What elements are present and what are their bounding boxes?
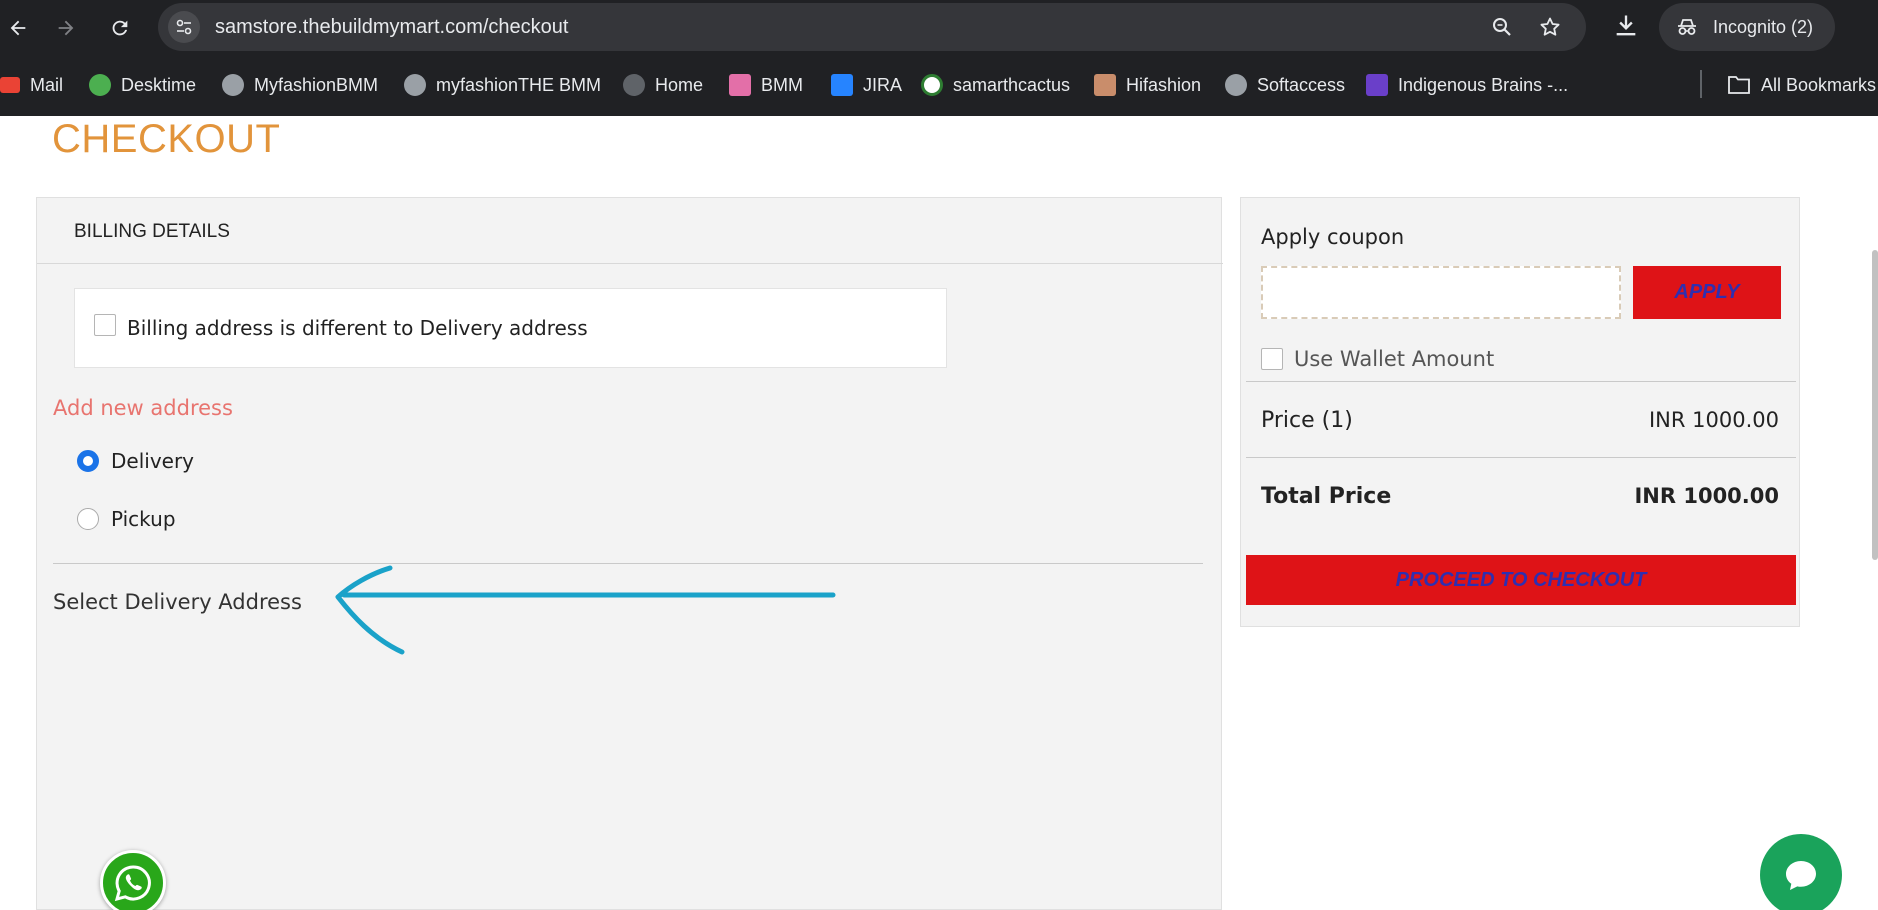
page-title: CHECKOUT bbox=[52, 117, 281, 161]
all-bookmarks-button[interactable]: All Bookmarks bbox=[1727, 70, 1876, 100]
total-price-value: INR 1000.00 bbox=[1634, 484, 1779, 508]
delivery-radio[interactable] bbox=[77, 450, 99, 472]
gmail-icon bbox=[0, 77, 20, 93]
zoom-icon[interactable] bbox=[1490, 15, 1514, 39]
coupon-title: Apply coupon bbox=[1261, 225, 1405, 249]
bookmark-label: All Bookmarks bbox=[1761, 74, 1877, 95]
billing-panel: BILLING DETAILS Billing address is diffe… bbox=[36, 197, 1223, 910]
globe-icon bbox=[222, 74, 244, 96]
proceed-to-checkout-button[interactable]: PROCEED TO CHECKOUT bbox=[1246, 555, 1796, 605]
pickup-label[interactable]: Pickup bbox=[111, 507, 176, 531]
summary-divider bbox=[1246, 381, 1796, 382]
globe-icon bbox=[404, 74, 426, 96]
desktime-icon bbox=[89, 74, 111, 96]
order-summary-panel: Apply coupon APPLY Use Wallet Amount Pri… bbox=[1240, 197, 1800, 627]
folder-icon bbox=[1728, 76, 1750, 94]
different-address-checkbox[interactable] bbox=[94, 314, 116, 336]
bookmark-label: Indigenous Brains -... bbox=[1398, 74, 1569, 95]
section-divider bbox=[53, 563, 1203, 564]
bookmark-label: Home bbox=[655, 74, 704, 95]
wallet-label[interactable]: Use Wallet Amount bbox=[1294, 347, 1494, 371]
incognito-icon bbox=[1678, 19, 1696, 35]
bookmark-myfashionthebmm[interactable]: myfashionTHE BMM bbox=[404, 70, 601, 100]
billing-header: BILLING DETAILS bbox=[37, 198, 1223, 264]
forward-button[interactable] bbox=[48, 10, 84, 46]
bookmark-label: myfashionTHE BMM bbox=[436, 74, 602, 95]
delivery-label[interactable]: Delivery bbox=[111, 449, 194, 473]
bookmark-label: BMM bbox=[761, 74, 803, 95]
chat-button[interactable] bbox=[1760, 834, 1842, 910]
total-price-label: Total Price bbox=[1261, 484, 1392, 509]
different-address-box: Billing address is different to Delivery… bbox=[74, 288, 947, 368]
bookmark-label: Mail bbox=[30, 74, 64, 95]
bookmark-bmm[interactable]: BMM bbox=[729, 70, 803, 100]
price-value: INR 1000.00 bbox=[1648, 408, 1779, 432]
coupon-input[interactable] bbox=[1261, 266, 1621, 319]
bookmarks-separator bbox=[1700, 70, 1702, 98]
add-new-address-link[interactable]: Add new address bbox=[53, 396, 233, 420]
select-delivery-address-label: Select Delivery Address bbox=[53, 590, 302, 614]
bmm-icon bbox=[729, 74, 751, 96]
address-bar[interactable]: samstore.thebuildmymart.com/checkout bbox=[158, 3, 1586, 51]
page-scrollbar[interactable] bbox=[1872, 250, 1878, 560]
globe-icon bbox=[623, 74, 645, 96]
chat-bubble-icon bbox=[1786, 861, 1816, 890]
wallet-checkbox[interactable] bbox=[1261, 348, 1283, 370]
globe-icon bbox=[1225, 74, 1247, 96]
jira-icon bbox=[831, 74, 853, 96]
site-info-icon[interactable] bbox=[168, 11, 200, 43]
billing-header-label: BILLING DETAILS bbox=[74, 221, 230, 242]
reload-icon bbox=[112, 20, 128, 36]
pickup-radio[interactable] bbox=[77, 508, 99, 530]
incognito-indicator[interactable]: Incognito (2) bbox=[1659, 3, 1835, 51]
url-text[interactable]: samstore.thebuildmymart.com/checkout bbox=[215, 16, 568, 39]
bookmark-myfashionbmm[interactable]: MyfashionBMM bbox=[222, 70, 378, 100]
back-button[interactable] bbox=[0, 10, 36, 46]
pickup-option[interactable]: Pickup bbox=[77, 504, 176, 534]
bookmark-softaccess[interactable]: Softaccess bbox=[1225, 70, 1345, 100]
cactus-icon bbox=[921, 74, 943, 96]
forward-arrow-icon bbox=[58, 20, 74, 36]
bookmark-label: Hifashion bbox=[1126, 74, 1202, 95]
bookmark-label: Desktime bbox=[121, 74, 197, 95]
bookmark-hifashion[interactable]: Hifashion bbox=[1094, 70, 1201, 100]
reload-button[interactable] bbox=[102, 10, 138, 46]
bookmark-jira[interactable]: JIRA bbox=[831, 70, 902, 100]
apply-coupon-button[interactable]: APPLY bbox=[1633, 266, 1781, 319]
bookmarks-bar: Mail Desktime MyfashionBMM myfashionTHE … bbox=[0, 56, 1878, 116]
download-icon[interactable] bbox=[1612, 12, 1640, 40]
delivery-option[interactable]: Delivery bbox=[77, 446, 194, 476]
back-arrow-icon bbox=[10, 20, 26, 36]
bookmark-indigenous-brains[interactable]: Indigenous Brains -... bbox=[1366, 70, 1568, 100]
bookmark-star-icon[interactable] bbox=[1538, 15, 1562, 39]
summary-divider bbox=[1246, 457, 1796, 458]
browser-toolbar: samstore.thebuildmymart.com/checkout Inc… bbox=[0, 0, 1878, 56]
whatsapp-button[interactable] bbox=[100, 850, 166, 910]
bookmark-desktime[interactable]: Desktime bbox=[89, 70, 196, 100]
price-label: Price (1) bbox=[1261, 408, 1353, 433]
incognito-label: Incognito (2) bbox=[1713, 16, 1814, 37]
bookmark-home[interactable]: Home bbox=[623, 70, 703, 100]
bookmark-mail[interactable]: Mail bbox=[0, 70, 63, 100]
bookmark-label: MyfashionBMM bbox=[254, 74, 379, 95]
hifashion-icon bbox=[1094, 74, 1116, 96]
bookmark-samarthcactus[interactable]: samarthcactus bbox=[921, 70, 1070, 100]
bookmark-label: samarthcactus bbox=[953, 74, 1071, 95]
bookmark-label: Softaccess bbox=[1257, 74, 1346, 95]
indigenous-brains-icon bbox=[1366, 74, 1388, 96]
whatsapp-icon bbox=[114, 865, 151, 902]
bookmark-label: JIRA bbox=[863, 74, 903, 95]
different-address-label[interactable]: Billing address is different to Delivery… bbox=[127, 316, 588, 340]
